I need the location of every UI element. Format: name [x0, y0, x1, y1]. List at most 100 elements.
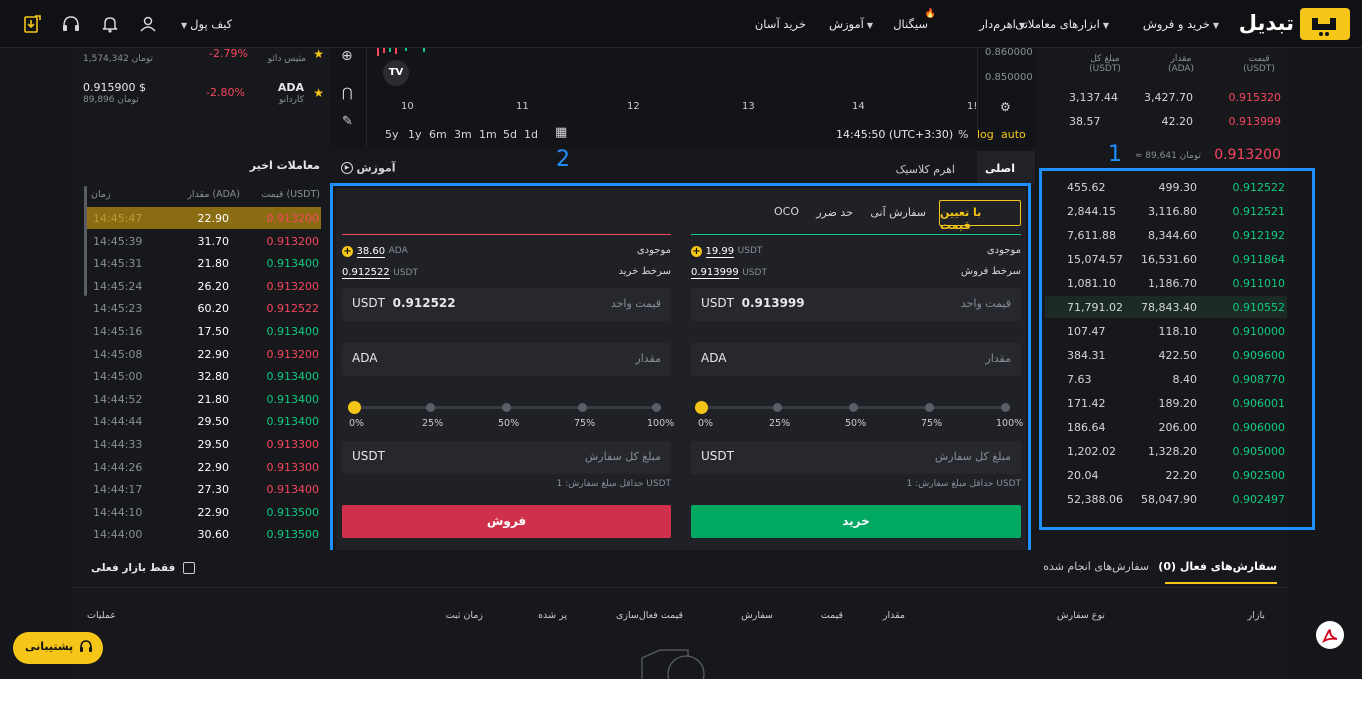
market-row[interactable]: ★ مثیس دائو -2.79% 1,574,342 تومان: [73, 47, 330, 68]
slider-step-100[interactable]: [1001, 403, 1010, 412]
buy-rate[interactable]: 0.913999 USDT: [691, 265, 767, 279]
slider-step-100[interactable]: [652, 403, 661, 412]
tutorial-label: آموزش: [356, 161, 396, 175]
price-axis: 0.860000 0.850000 ⚙: [977, 47, 1035, 132]
sell-price-label: قیمت واحد: [610, 297, 661, 310]
rt-time: 14:45:08: [93, 347, 143, 361]
order-type-market[interactable]: سفارش آنی: [870, 206, 926, 219]
sell-percent-slider[interactable]: [348, 401, 661, 414]
col-market: بازار: [1247, 610, 1265, 621]
buy-min-note: حداقل مبلغ سفارش: 1 USDT: [906, 479, 1021, 489]
date-tick: 14: [852, 101, 865, 112]
support-label: پشتیبانی: [25, 640, 74, 653]
checkbox[interactable]: [182, 562, 195, 574]
bell-icon[interactable]: [100, 14, 120, 34]
range-1m[interactable]: 1m: [479, 128, 497, 141]
nav-learning[interactable]: آموزش ▼: [829, 17, 876, 31]
ob-header: قیمت (USDT) مقدار (ADA) مبلغ کل (USDT): [1037, 54, 1289, 80]
only-current-market[interactable]: فقط بازار فعلی: [91, 561, 195, 574]
nav-buy-sell[interactable]: خرید و فروش ▼: [1143, 17, 1222, 31]
tab-done-orders[interactable]: سفارش‌های انجام شده: [1043, 560, 1149, 573]
support-button[interactable]: پشتیبانی: [13, 632, 103, 664]
slider-step-75[interactable]: [925, 403, 934, 412]
sell-amount-input[interactable]: مقدار ADA: [342, 343, 671, 376]
range-5y[interactable]: 5y: [385, 128, 399, 141]
star-icon[interactable]: ★: [313, 86, 324, 100]
range-6m[interactable]: 6m: [429, 128, 447, 141]
slider-step-25[interactable]: [773, 403, 782, 412]
headset-icon[interactable]: [61, 14, 81, 34]
star-icon[interactable]: ★: [313, 47, 324, 61]
annotation-label-1: 1: [1108, 142, 1122, 167]
slider-handle[interactable]: [348, 401, 361, 414]
nav-signal[interactable]: 🔥 سیگنال: [893, 9, 936, 31]
app-root: تبدیل خرید و فروش ▼ ابزارهای معاملاتی ▼ اه…: [0, 0, 1362, 679]
slider-step-50[interactable]: [502, 403, 511, 412]
log-toggle[interactable]: log: [977, 128, 994, 141]
download-app-icon[interactable]: [22, 14, 42, 34]
slider-step-75[interactable]: [578, 403, 587, 412]
order-type-oco[interactable]: OCO: [774, 205, 799, 218]
recent-trade-row: 0.913300 22.90 14:44:26: [87, 456, 321, 478]
range-5d[interactable]: 5d: [503, 128, 517, 141]
calendar-icon[interactable]: ▦: [555, 125, 567, 140]
user-icon[interactable]: [138, 14, 158, 34]
nav-label: اهرم‌دار: [979, 17, 1016, 31]
pdf-icon[interactable]: [1316, 621, 1344, 649]
buy-pct-50: 50%: [845, 418, 867, 429]
price-chart[interactable]: ⊕ ⋂ ✎ TV 0.860000 0.850000 ⚙ 10 11 12 13…: [331, 47, 1035, 148]
slider-step-50[interactable]: [849, 403, 858, 412]
sell-total-input[interactable]: مبلغ کل سفارش USDT: [342, 441, 671, 474]
auto-toggle[interactable]: auto: [1001, 128, 1026, 141]
logo-text: تبدیل: [1238, 11, 1294, 35]
buy-button[interactable]: خرید: [691, 505, 1021, 538]
settings-icon[interactable]: ⚙: [1000, 100, 1011, 114]
orders-panel: سفارش‌های فعال (0) سفارش‌های انجام شده ف…: [73, 550, 1289, 679]
logo[interactable]: تبدیل: [1239, 8, 1350, 40]
chart-bottom-bar: 5y 1y 6m 3m 1m 5d 1d ▦ 14:45:50 (UTC+3:3…: [367, 124, 1035, 146]
sell-rate[interactable]: 0.912522 USDT: [342, 265, 418, 279]
nav-leverage[interactable]: اهرم‌دار ▼: [979, 17, 1028, 31]
slider-step-25[interactable]: [426, 403, 435, 412]
rt-rows: 0.913200 22.90 14:45:47 0.913200 31.70 14:45:…: [87, 207, 321, 547]
range-1y[interactable]: 1y: [408, 128, 422, 141]
sell-button[interactable]: فروش: [342, 505, 671, 538]
buy-total-input[interactable]: مبلغ کل سفارش USDT: [691, 441, 1021, 474]
market-list-panel: ★ مثیس دائو -2.79% 1,574,342 تومان ★ ADA…: [73, 47, 330, 148]
buy-price-input[interactable]: قیمت واحد USDT 0.913999: [691, 288, 1021, 321]
sell-balance-label: موجودی: [636, 245, 671, 256]
pencil-icon[interactable]: ✎: [342, 114, 353, 129]
zoom-in-icon[interactable]: ⊕: [341, 48, 353, 64]
ob-ask-row[interactable]: 0.913999 42.20 38.57: [1037, 110, 1289, 132]
add-funds-icon[interactable]: +: [342, 245, 353, 257]
buy-amount-input[interactable]: مقدار ADA: [691, 343, 1021, 376]
ob-ask-row[interactable]: 0.915320 3,427.70 3,137.44: [1037, 86, 1289, 108]
tab-active-orders[interactable]: سفارش‌های فعال (0): [1158, 550, 1277, 584]
sell-rate-label: سرخط خرید: [618, 266, 671, 277]
order-type-limit[interactable]: با تعیین قیمت: [939, 200, 1021, 232]
recent-trade-row: 0.913400 32.80 14:45:00: [87, 365, 321, 387]
last-price-toman: ≈ 89,641 تومان: [1134, 151, 1201, 161]
slider-handle[interactable]: [695, 401, 708, 414]
order-form: با تعیین قیمت سفارش آنی حد ضرر OCO موجود…: [336, 188, 1026, 556]
recent-trade-row: 0.913200 22.90 14:45:08: [87, 343, 321, 365]
magnet-icon[interactable]: ⋂: [342, 86, 353, 101]
range-3m[interactable]: 3m: [454, 128, 472, 141]
nav-easy-buy[interactable]: خرید آسان: [755, 17, 806, 31]
market-row[interactable]: ★ ADA کاردانو -2.80% 0.915900 $ 89,896 ت…: [73, 80, 330, 108]
order-type-label: با تعیین قیمت: [940, 206, 982, 232]
buy-percent-slider[interactable]: [695, 401, 1010, 414]
sell-price-input[interactable]: قیمت واحد USDT 0.912522: [342, 288, 671, 321]
annotation-box-1: [1039, 168, 1315, 530]
tab-leverage[interactable]: اهرم کلاسیک: [896, 163, 955, 176]
range-1d[interactable]: 1d: [524, 128, 538, 141]
chevron-down-icon: ▼: [1102, 21, 1109, 30]
percent-toggle[interactable]: %: [958, 128, 968, 141]
tab-main[interactable]: اصلی: [977, 151, 1035, 185]
add-funds-icon[interactable]: +: [691, 245, 702, 257]
order-type-stop[interactable]: حد ضرر: [816, 206, 853, 219]
chevron-down-icon: ▼: [866, 21, 873, 30]
tutorial-link[interactable]: ▶ آموزش: [341, 161, 396, 177]
nav-trading-tools[interactable]: ابزارهای معاملاتی ▼: [1015, 17, 1112, 31]
wallet-menu[interactable]: ▼ کیف پول: [178, 17, 232, 31]
